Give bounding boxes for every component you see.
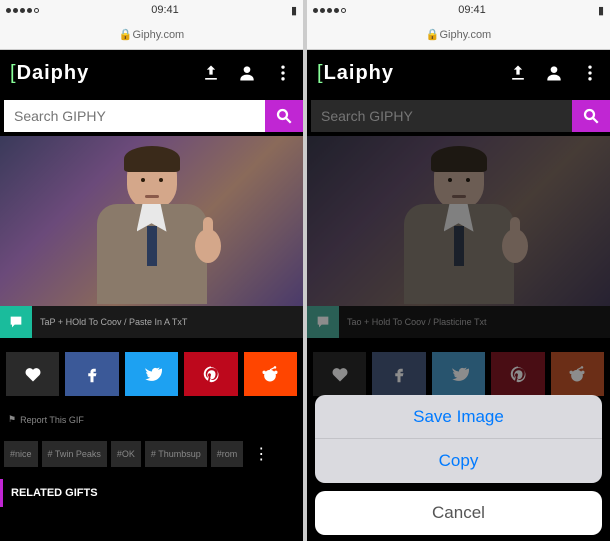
battery-icon: ▮ — [291, 4, 297, 17]
save-image-button[interactable]: Save Image — [315, 395, 602, 439]
search-row — [307, 96, 610, 136]
report-text: Report This GIF — [20, 415, 84, 425]
flag-icon: ⚑ — [8, 414, 16, 425]
phone-left: 09:41 ▮ 🔒 Giphy.com [Daiphy TaP + HOld T… — [0, 0, 303, 541]
status-bar: 09:41 ▮ — [307, 0, 610, 20]
tag-item[interactable]: #nice — [4, 441, 38, 467]
browser-url-bar[interactable]: 🔒 Giphy.com — [307, 20, 610, 50]
heart-icon — [23, 364, 43, 384]
menu-dots-icon[interactable] — [580, 63, 600, 83]
search-button[interactable] — [572, 100, 610, 132]
favorite-button[interactable] — [313, 352, 366, 396]
facebook-button[interactable] — [65, 352, 118, 396]
tags-row: #nice # Twin Peaks #OK # Thumbsup #rom ⋮ — [0, 429, 303, 479]
status-time: 09:41 — [458, 4, 486, 16]
app-header: [Laiphy — [307, 50, 610, 96]
upload-icon[interactable] — [201, 63, 221, 83]
reddit-icon — [567, 364, 587, 384]
reddit-button[interactable] — [551, 352, 604, 396]
message-button[interactable] — [0, 306, 32, 338]
tags-more-icon[interactable]: ⋮ — [247, 444, 275, 464]
cancel-button[interactable]: Cancel — [315, 491, 602, 535]
logo[interactable]: [Laiphy — [317, 62, 394, 85]
search-icon — [582, 107, 600, 125]
menu-dots-icon[interactable] — [273, 63, 293, 83]
signal-dots — [313, 8, 346, 13]
gif-caption-bar: Tao + Hold To Coov / Plasticine Txt — [307, 306, 610, 338]
action-sheet: Save Image Copy Cancel — [315, 395, 602, 535]
pinterest-icon — [202, 365, 220, 383]
pinterest-button[interactable] — [184, 352, 237, 396]
chat-icon — [8, 314, 24, 330]
status-time: 09:41 — [151, 4, 179, 16]
caption-text: Tao + Hold To Coov / Plasticine Txt — [347, 317, 487, 327]
search-input[interactable] — [311, 100, 572, 132]
url-text: Giphy.com — [439, 29, 491, 41]
search-row — [0, 96, 303, 136]
gif-preview[interactable] — [0, 136, 303, 306]
profile-icon[interactable] — [544, 63, 564, 83]
caption-text: TaP + HOld To Coov / Paste In A TxT — [40, 317, 187, 327]
pinterest-button[interactable] — [491, 352, 544, 396]
twitter-icon — [449, 364, 469, 384]
profile-icon[interactable] — [237, 63, 257, 83]
url-text: Giphy.com — [132, 29, 184, 41]
search-button[interactable] — [265, 100, 303, 132]
copy-button[interactable]: Copy — [315, 439, 602, 483]
status-bar: 09:41 ▮ — [0, 0, 303, 20]
app-header: [Daiphy — [0, 50, 303, 96]
signal-dots — [6, 8, 39, 13]
phone-right: 09:41 ▮ 🔒 Giphy.com [Laiphy Tao + Hold T… — [307, 0, 610, 541]
lock-icon: 🔒 — [119, 28, 133, 41]
related-heading: RELATED GIFTS — [0, 479, 303, 507]
tag-item[interactable]: # Twin Peaks — [42, 441, 107, 467]
tag-item[interactable]: # Thumbsup — [145, 441, 207, 467]
gif-caption-bar: TaP + HOld To Coov / Paste In A TxT — [0, 306, 303, 338]
report-row[interactable]: ⚑ Report This GIF — [0, 410, 303, 429]
battery-icon: ▮ — [598, 4, 604, 17]
gif-preview[interactable] — [307, 136, 610, 306]
tag-item[interactable]: #OK — [111, 441, 141, 467]
browser-url-bar[interactable]: 🔒 Giphy.com — [0, 20, 303, 50]
tag-item[interactable]: #rom — [211, 441, 244, 467]
facebook-button[interactable] — [372, 352, 425, 396]
facebook-icon — [83, 365, 101, 383]
lock-icon: 🔒 — [426, 28, 440, 41]
action-sheet-group: Save Image Copy — [315, 395, 602, 483]
heart-icon — [330, 364, 350, 384]
upload-icon[interactable] — [508, 63, 528, 83]
logo[interactable]: [Daiphy — [10, 62, 89, 85]
reddit-icon — [260, 364, 280, 384]
share-row — [0, 338, 303, 410]
pinterest-icon — [509, 365, 527, 383]
chat-icon — [315, 314, 331, 330]
twitter-icon — [142, 364, 162, 384]
search-icon — [275, 107, 293, 125]
reddit-button[interactable] — [244, 352, 297, 396]
facebook-icon — [390, 365, 408, 383]
twitter-button[interactable] — [432, 352, 485, 396]
favorite-button[interactable] — [6, 352, 59, 396]
search-input[interactable] — [4, 100, 265, 132]
twitter-button[interactable] — [125, 352, 178, 396]
message-button[interactable] — [307, 306, 339, 338]
